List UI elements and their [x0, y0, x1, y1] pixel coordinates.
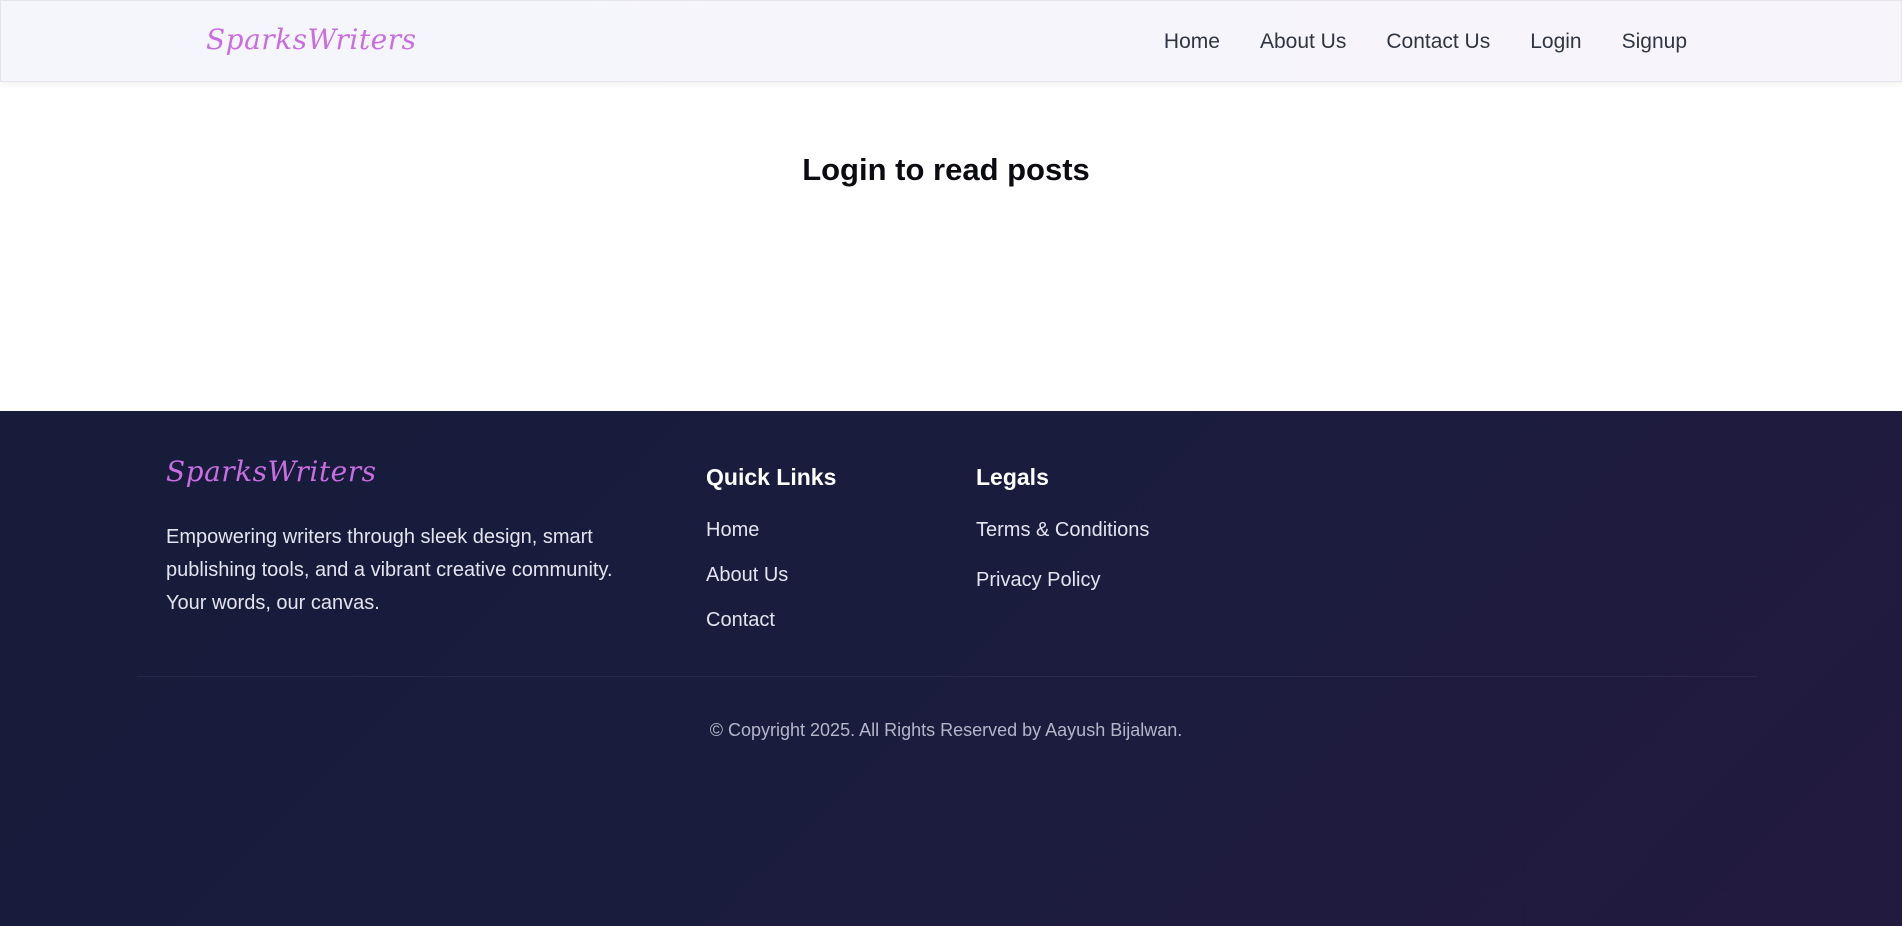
nav-link-signup[interactable]: Signup: [1622, 30, 1687, 54]
copyright-text: © Copyright 2025. All Rights Reserved by…: [709, 720, 1183, 740]
nav-link-about-us[interactable]: About Us: [1260, 30, 1346, 54]
navbar: SparksWriters Home About Us Contact Us L…: [0, 0, 1902, 82]
brand-logo[interactable]: SparksWriters: [206, 23, 416, 56]
footer: SparksWriters Empowering writers through…: [0, 411, 1902, 926]
footer-link-privacy-policy[interactable]: Privacy Policy: [976, 569, 1100, 592]
nav-link-login[interactable]: Login: [1530, 30, 1581, 54]
legals-title: Legals: [976, 464, 1049, 490]
footer-link-home[interactable]: Home: [706, 519, 759, 542]
nav-links: Home About Us Contact Us Login Signup: [1164, 1, 1687, 83]
footer-description: Empowering writers through sleek design,…: [166, 526, 613, 614]
footer-divider: [137, 676, 1757, 677]
footer-logo[interactable]: SparksWriters: [166, 455, 376, 488]
nav-link-home[interactable]: Home: [1164, 30, 1220, 54]
nav-link-contact-us[interactable]: Contact Us: [1386, 30, 1490, 54]
page-title: Login to read posts: [802, 152, 1090, 187]
footer-link-about-us[interactable]: About Us: [706, 564, 788, 587]
quick-links-title: Quick Links: [706, 464, 837, 490]
footer-link-contact[interactable]: Contact: [706, 609, 775, 632]
footer-link-terms[interactable]: Terms & Conditions: [976, 519, 1149, 542]
